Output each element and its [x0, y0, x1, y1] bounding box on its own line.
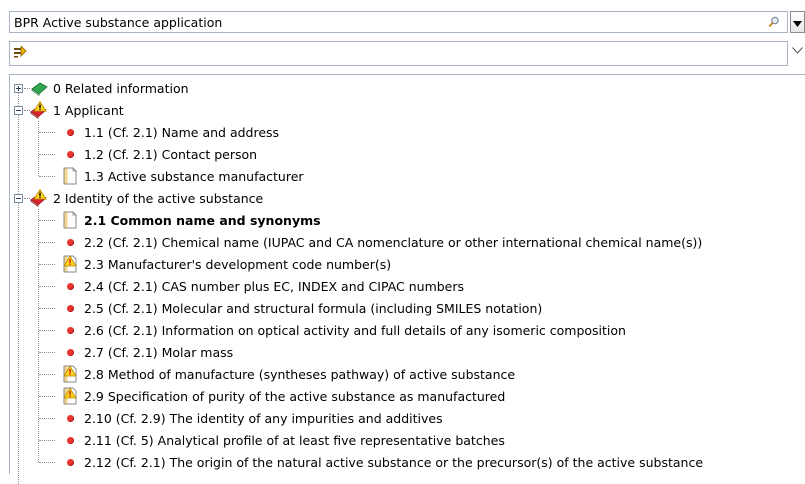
tree-connector — [39, 418, 55, 419]
tree-branch-connector — [38, 121, 39, 176]
tree-node[interactable]: 2.11 (Cf. 5) Analytical profile of at le… — [61, 429, 505, 451]
document-warning-icon — [61, 387, 79, 405]
red-dot-icon — [61, 431, 79, 449]
tree-connector — [39, 264, 55, 265]
red-dot-icon — [61, 299, 79, 317]
book-red-warning-icon — [30, 189, 48, 207]
expand-toggle-icon[interactable] — [14, 84, 23, 93]
filter-dropdown-button[interactable] — [790, 42, 805, 56]
tree-branch-connector — [38, 209, 39, 462]
tree-node[interactable]: 1.3 Active substance manufacturer — [61, 165, 304, 187]
tree-connector — [39, 396, 55, 397]
tree-node[interactable]: 2 Identity of the active substance — [30, 187, 263, 209]
book-red-warning-icon — [30, 101, 48, 119]
document-warning-icon — [61, 365, 79, 383]
document-icon — [61, 211, 79, 229]
tree-node[interactable]: 2.2 (Cf. 2.1) Chemical name (IUPAC and C… — [61, 231, 702, 253]
collapse-toggle-icon[interactable] — [14, 194, 23, 203]
tree-node-label: 2.9 Specification of purity of the activ… — [84, 388, 506, 404]
red-dot-icon — [61, 409, 79, 427]
red-dot-icon — [61, 453, 79, 471]
tree-node-label: 2 Identity of the active substance — [53, 190, 264, 206]
section-tree: 0 Related information 1 Applicant 1.1 (Cf.… — [9, 74, 805, 484]
tree-node[interactable]: 1.2 (Cf. 2.1) Contact person — [61, 143, 257, 165]
tree-connector — [39, 462, 55, 463]
tree-node-label: 2.1 Common name and synonyms — [84, 212, 321, 228]
tree-node-label: 1.3 Active substance manufacturer — [84, 168, 304, 184]
tree-node[interactable]: 2.1 Common name and synonyms — [61, 209, 321, 231]
tree-node[interactable]: 2.4 (Cf. 2.1) CAS number plus EC, INDEX … — [61, 275, 464, 297]
tree-connector — [39, 440, 55, 441]
tree-node[interactable]: 2.6 (Cf. 2.1) Information on optical act… — [61, 319, 626, 341]
tree-node[interactable]: 2.8 Method of manufacture (syntheses pat… — [61, 363, 515, 385]
chevron-down-icon — [792, 42, 803, 57]
red-dot-icon — [61, 343, 79, 361]
tree-node-label: 0 Related information — [53, 80, 189, 96]
tree-node[interactable]: 1 Applicant — [30, 99, 124, 121]
tree-connector — [39, 308, 55, 309]
tree-node-label: 2.4 (Cf. 2.1) CAS number plus EC, INDEX … — [84, 278, 465, 294]
tree-node-label: 2.12 (Cf. 2.1) The origin of the natural… — [84, 454, 704, 470]
chevron-down-icon — [793, 15, 802, 30]
tree-connector — [39, 374, 55, 375]
tree-node-label: 2.11 (Cf. 5) Analytical profile of at le… — [84, 432, 505, 448]
tree-connector — [39, 154, 55, 155]
tree-node-label: 1.2 (Cf. 2.1) Contact person — [84, 146, 258, 162]
tree-node[interactable]: 0 Related information — [30, 77, 189, 99]
tree-node-label: 2.2 (Cf. 2.1) Chemical name (IUPAC and C… — [84, 234, 703, 250]
tree-node[interactable]: 2.3 Manufacturer's development code numb… — [61, 253, 391, 275]
filter-field[interactable] — [9, 41, 788, 66]
combo-value: BPR Active substance application — [14, 14, 223, 30]
document-warning-icon — [61, 255, 79, 273]
tree-node[interactable]: 2.10 (Cf. 2.9) The identity of any impur… — [61, 407, 443, 429]
tree-connector — [39, 132, 55, 133]
tree-node-label: 2.6 (Cf. 2.1) Information on optical act… — [84, 322, 626, 338]
search-icon[interactable] — [765, 13, 783, 31]
tree-connector — [39, 286, 55, 287]
tree-node[interactable]: 2.7 (Cf. 2.1) Molar mass — [61, 341, 233, 363]
combo-dropdown-button[interactable] — [790, 11, 805, 33]
tree-root-connector — [18, 88, 19, 484]
tree-node-label: 1 Applicant — [53, 102, 124, 118]
tree-node-label: 2.10 (Cf. 2.9) The identity of any impur… — [84, 410, 443, 426]
tree-connector — [39, 352, 55, 353]
red-dot-icon — [61, 145, 79, 163]
book-green-icon — [30, 79, 48, 97]
tree-node[interactable]: 2.5 (Cf. 2.1) Molecular and structural f… — [61, 297, 542, 319]
tree-node-label: 2.3 Manufacturer's development code numb… — [84, 256, 392, 272]
collapse-toggle-icon[interactable] — [14, 106, 23, 115]
red-dot-icon — [61, 321, 79, 339]
red-dot-icon — [61, 277, 79, 295]
tree-node-label: 2.8 Method of manufacture (syntheses pat… — [84, 366, 516, 382]
tree-node-label: 2.7 (Cf. 2.1) Molar mass — [84, 344, 234, 360]
red-dot-icon — [61, 233, 79, 251]
document-icon — [61, 167, 79, 185]
tree-connector — [39, 176, 55, 177]
tree-node[interactable]: 2.9 Specification of purity of the activ… — [61, 385, 505, 407]
tree-connector — [39, 330, 55, 331]
dossier-template-combo[interactable]: BPR Active substance application — [9, 11, 788, 33]
tree-node-label: 1.1 (Cf. 2.1) Name and address — [84, 124, 280, 140]
red-dot-icon — [61, 123, 79, 141]
tree-node[interactable]: 1.1 (Cf. 2.1) Name and address — [61, 121, 279, 143]
tree-node-label: 2.5 (Cf. 2.1) Molecular and structural f… — [84, 300, 543, 316]
filter-icon[interactable] — [13, 45, 27, 61]
tree-connector — [39, 220, 55, 221]
tree-connector — [39, 242, 55, 243]
